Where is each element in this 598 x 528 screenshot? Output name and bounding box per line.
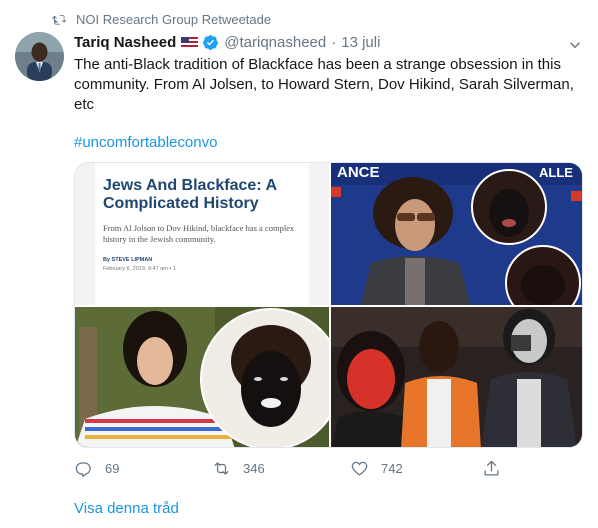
like-count: 742	[381, 461, 403, 476]
timestamp-separator: ·	[331, 34, 337, 51]
chevron-down-icon	[569, 42, 581, 49]
media-photo-3[interactable]	[75, 307, 329, 447]
more-options-button[interactable]	[566, 36, 584, 54]
retweet-icon	[52, 14, 66, 25]
reply-icon	[75, 462, 91, 478]
article-date: February 6, 2019, 9:47 am ▪ 1	[103, 266, 301, 272]
retweet-count: 346	[243, 461, 265, 476]
media-photo-4[interactable]	[331, 307, 582, 447]
hashtag-link[interactable]: #uncomfortableconvo	[74, 134, 217, 151]
author-handle[interactable]: @tariqnasheed	[224, 34, 326, 51]
media-photo-article[interactable]: Jews And Blackface: A Complicated Histor…	[75, 163, 329, 305]
tweet-text: The anti-Black tradition of Blackface ha…	[74, 56, 574, 113]
avatar[interactable]	[15, 32, 64, 81]
article-subtitle: From Al Jolson to Dov Hikind, blackface …	[103, 223, 295, 244]
article-card: Jews And Blackface: A Complicated Histor…	[95, 163, 309, 305]
tweet-header: Tariq Nasheed @tariqnasheed · 13 juli	[74, 34, 380, 51]
reply-button[interactable]: 69	[74, 459, 212, 478]
like-button[interactable]: 742	[350, 459, 488, 478]
display-name[interactable]: Tariq Nasheed	[74, 34, 176, 51]
retweet-header-text[interactable]: NOI Research Group Retweetade	[76, 12, 271, 27]
retweet-button[interactable]: 346	[212, 459, 350, 478]
retweet-icon	[214, 462, 229, 475]
share-button[interactable]	[482, 459, 501, 483]
retweet-header: NOI Research Group Retweetade	[52, 12, 271, 27]
article-title: Jews And Blackface: A Complicated Histor…	[103, 177, 277, 212]
article-byline: By STEVE LIPMAN	[103, 257, 153, 263]
timestamp[interactable]: 13 juli	[341, 34, 380, 51]
tweet-actions: 69 346 742	[74, 459, 514, 478]
verified-badge-icon	[203, 35, 219, 50]
media-photo-2[interactable]: ANCE ALLE	[331, 163, 582, 305]
share-icon	[484, 460, 499, 476]
show-thread-link[interactable]: Visa denna tråd	[74, 500, 179, 517]
banner-text-left: ANCE	[337, 164, 380, 181]
reply-count: 69	[105, 461, 120, 476]
media-grid: Jews And Blackface: A Complicated Histor…	[74, 162, 583, 448]
article-date-text: February 6, 2019, 9:47 am	[103, 266, 168, 272]
banner-text-right: ALLE	[539, 165, 573, 180]
us-flag-icon	[181, 36, 199, 49]
article-comment-count: 1	[172, 266, 176, 272]
heart-icon	[351, 461, 368, 476]
